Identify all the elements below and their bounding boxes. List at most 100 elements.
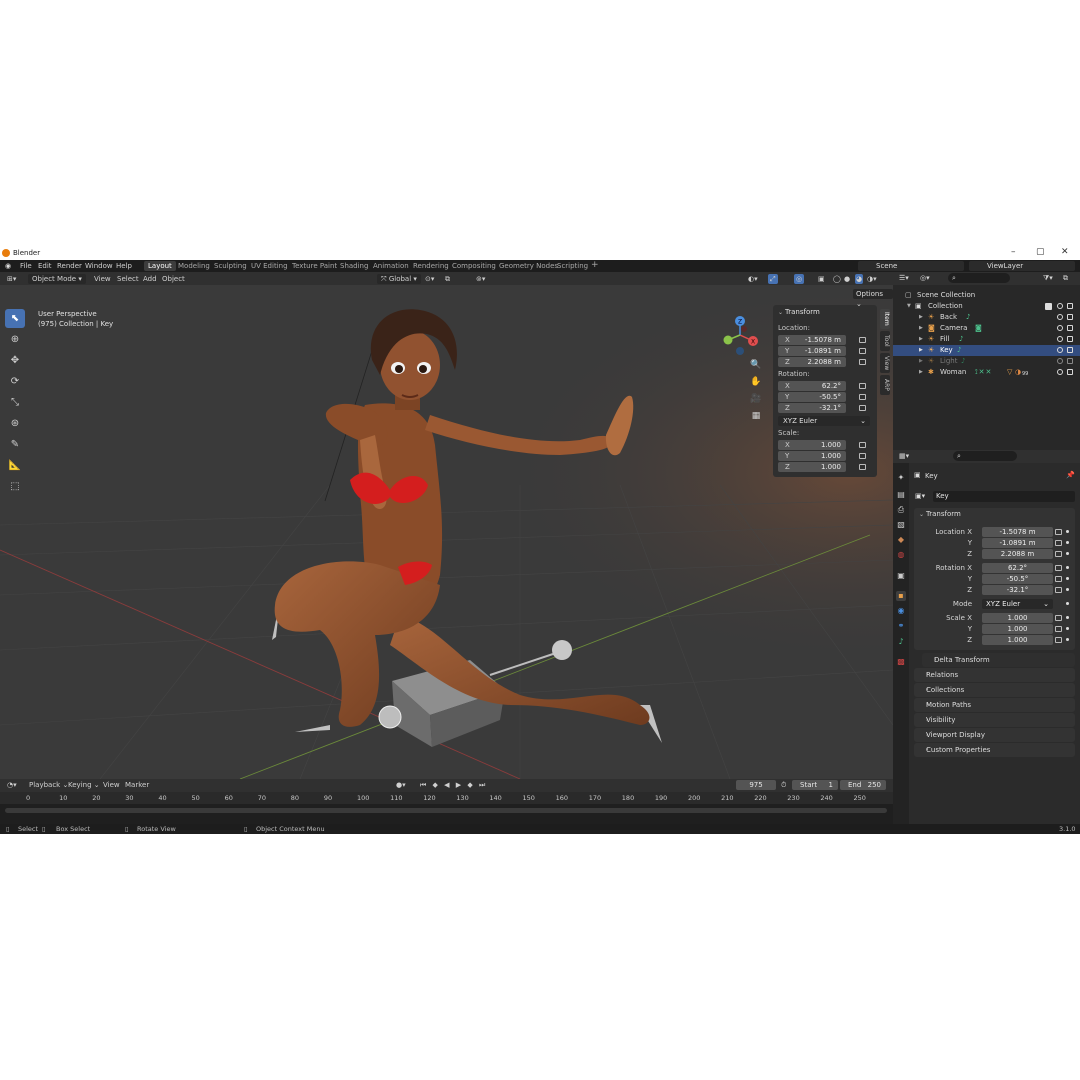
cursor-tool-icon[interactable]: ⊕ — [5, 330, 25, 349]
camera-render-icon[interactable] — [1067, 325, 1073, 331]
panel-relations[interactable]: › Relations — [914, 668, 1075, 682]
lock-icon[interactable] — [1055, 587, 1062, 593]
keyframe-dot-icon[interactable] — [1066, 638, 1069, 641]
lock-icon[interactable] — [859, 442, 866, 448]
filter-icon[interactable]: ⧩▾ — [1043, 274, 1053, 283]
light-bulb-handle[interactable] — [552, 640, 572, 660]
display-mode-icon[interactable]: ◎▾ — [920, 274, 930, 282]
scale-tool-icon[interactable]: ⤡ — [5, 393, 25, 412]
timeline-menu-playback[interactable]: Playback ⌄ — [29, 781, 68, 789]
shading-rendered-icon[interactable]: ◑▾ — [867, 274, 877, 284]
keyframe-dot-icon[interactable] — [1066, 577, 1069, 580]
prop-rotation-y-field[interactable]: -50.5° — [982, 574, 1053, 584]
prop-location-x-field[interactable]: -1.5078 m — [982, 527, 1053, 537]
overlay-toggle-icon[interactable]: ◎ — [794, 274, 805, 284]
frame-ruler[interactable]: 0 10 20 30 40 50 60 70 80 90 100 110 120 130 140 150 160… — [0, 792, 893, 804]
outliner-editor-type-icon[interactable]: ☰▾ — [899, 274, 909, 282]
shading-solid-icon[interactable]: ● — [844, 274, 850, 284]
timeline-menu-keying[interactable]: Keying ⌄ — [68, 781, 100, 789]
lock-icon[interactable] — [859, 394, 866, 400]
timeline-menu-marker[interactable]: Marker — [125, 781, 149, 789]
menu-window[interactable]: Window — [85, 262, 113, 270]
navigation-gizmo[interactable]: X Z — [718, 313, 762, 357]
proportional-edit-icon[interactable]: ⊚▾ — [476, 274, 485, 284]
object-name-input[interactable]: Key — [933, 491, 1075, 502]
keyframe-dot-icon[interactable] — [1066, 541, 1069, 544]
lock-icon[interactable] — [859, 453, 866, 459]
properties-search-input[interactable]: ⌕ — [953, 451, 1017, 461]
prop-location-y-field[interactable]: -1.0891 m — [982, 538, 1053, 548]
chevron-down-icon[interactable]: ⌄ — [778, 309, 783, 316]
camera-render-icon[interactable] — [1067, 303, 1073, 309]
zoom-icon[interactable]: 🔍 — [750, 360, 762, 377]
close-icon[interactable]: ✕ — [1061, 247, 1069, 257]
add-cube-tool-icon[interactable]: ⬚ — [5, 477, 25, 496]
tool-tab-icon[interactable]: ✦ — [896, 473, 906, 483]
scale-x-field[interactable]: X 1.000 — [778, 440, 846, 450]
select-tool-icon[interactable]: ⬉ — [5, 309, 25, 328]
rotation-mode-dropdown[interactable]: XYZ Euler ⌄ — [778, 416, 870, 426]
keyframe-dot-icon[interactable] — [1066, 566, 1069, 569]
menu-edit[interactable]: Edit — [38, 262, 52, 270]
pan-hand-icon[interactable]: ✋ — [750, 377, 762, 394]
keyframe-dot-icon[interactable] — [1066, 602, 1069, 605]
tab-arp[interactable]: ARP — [880, 375, 890, 395]
lock-icon[interactable] — [1055, 637, 1062, 643]
chevron-down-icon[interactable]: ▼ — [907, 301, 911, 312]
rotation-x-field[interactable]: X 62.2° — [778, 381, 846, 391]
lock-icon[interactable] — [859, 383, 866, 389]
start-frame-field[interactable]: Start 1 — [792, 780, 838, 790]
stopwatch-icon[interactable]: ⏱ — [781, 781, 786, 790]
tab-item[interactable]: Item — [880, 309, 890, 329]
rotate-tool-icon[interactable]: ⟳ — [5, 372, 25, 391]
output-tab-icon[interactable]: ⎙ — [896, 505, 906, 515]
prop-scale-y-field[interactable]: 1.000 — [982, 624, 1053, 634]
keyframe-dot-icon[interactable] — [1066, 552, 1069, 555]
scale-z-field[interactable]: Z 1.000 — [778, 462, 846, 472]
chevron-right-icon[interactable]: ▶ — [919, 323, 923, 334]
location-z-field[interactable]: Z 2.2088 m — [778, 357, 846, 367]
tab-layout[interactable]: Layout — [144, 261, 176, 271]
tab-geometry-nodes[interactable]: Geometry Nodes — [499, 262, 558, 270]
menu-render[interactable]: Render — [57, 262, 82, 270]
lock-icon[interactable] — [1055, 551, 1062, 557]
camera-render-icon[interactable] — [1067, 347, 1073, 353]
tab-animation[interactable]: Animation — [373, 262, 409, 270]
tab-texture-paint[interactable]: Texture Paint — [292, 262, 337, 270]
prop-location-z-field[interactable]: 2.2088 m — [982, 549, 1053, 559]
current-frame-field[interactable]: 975 — [736, 780, 776, 790]
tab-uv-editing[interactable]: UV Editing — [251, 262, 288, 270]
playback-controls-icon[interactable]: ⏮ ◆ ◀ ▶ ◆ ⏭ — [420, 781, 487, 790]
end-frame-field[interactable]: End 250 — [840, 780, 886, 790]
lock-icon[interactable] — [1055, 529, 1062, 535]
eye-icon[interactable] — [1057, 358, 1063, 364]
texture-tab-icon[interactable]: ▩ — [896, 657, 906, 667]
keyframe-dot-icon[interactable] — [1066, 616, 1069, 619]
physics-tab-icon[interactable]: ◉ — [896, 606, 906, 616]
viewport-menu-select[interactable]: Select — [117, 274, 139, 284]
outliner-row-back[interactable]: ▶ ☀ Back ♪ — [893, 312, 1080, 323]
record-icon[interactable]: ●▾ — [396, 781, 406, 789]
outliner-row-collection[interactable]: ▼ ▣ Collection — [893, 301, 1080, 312]
lock-icon[interactable] — [1055, 565, 1062, 571]
editor-type-icon[interactable]: ⊞▾ — [7, 274, 16, 284]
move-tool-icon[interactable]: ✥ — [5, 351, 25, 370]
prop-scale-x-field[interactable]: 1.000 — [982, 613, 1053, 623]
prop-scale-z-field[interactable]: 1.000 — [982, 635, 1053, 645]
collection-tab-icon[interactable]: ▣ — [896, 571, 906, 581]
panel-visibility[interactable]: › Visibility — [914, 713, 1075, 727]
object-tab-icon[interactable]: ▪ — [896, 591, 906, 601]
lock-icon[interactable] — [859, 464, 866, 470]
xray-icon[interactable]: ▣ — [818, 274, 825, 284]
object-browse-icon[interactable]: ▣▾ — [915, 492, 925, 500]
panel-motion-paths[interactable]: › Motion Paths — [914, 698, 1075, 712]
transform-tool-icon[interactable]: ⊛ — [5, 414, 25, 433]
eye-icon[interactable] — [1057, 347, 1063, 353]
properties-editor-type-icon[interactable]: ▦▾ — [899, 452, 909, 460]
timeline-editor-type-icon[interactable]: ◔▾ — [7, 781, 17, 789]
lock-icon[interactable] — [859, 359, 866, 365]
add-workspace-icon[interactable]: + — [591, 260, 599, 270]
tab-compositing[interactable]: Compositing — [452, 262, 496, 270]
prop-rotation-x-field[interactable]: 62.2° — [982, 563, 1053, 573]
measure-tool-icon[interactable]: 📐 — [5, 456, 25, 475]
